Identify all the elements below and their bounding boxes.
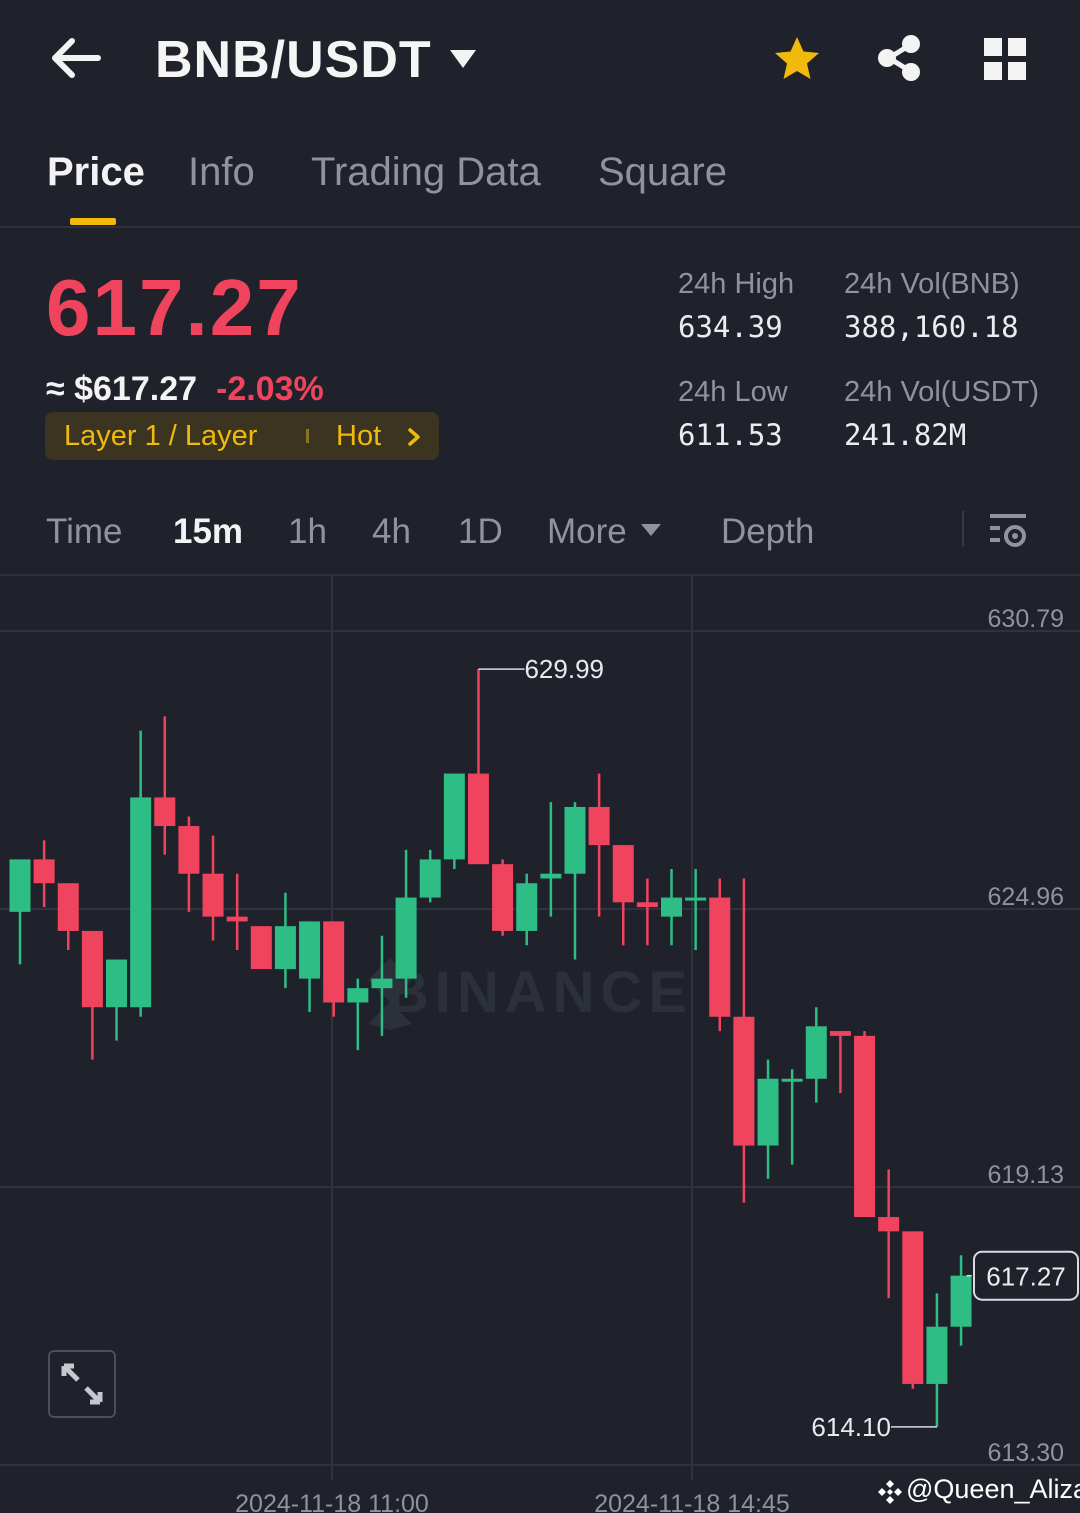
candle-body xyxy=(636,902,658,908)
fiat-price: ≈ $617.27 xyxy=(46,370,198,408)
candle-body xyxy=(299,921,321,979)
high-marker-label: 629.99 xyxy=(524,654,604,684)
star-icon[interactable] xyxy=(772,34,822,84)
candle-body xyxy=(950,1275,972,1327)
candle-body xyxy=(443,773,465,860)
candle-body xyxy=(81,930,103,1008)
candle-body xyxy=(178,826,200,874)
more-caret-icon xyxy=(641,524,661,536)
expand-icon xyxy=(61,1363,103,1405)
binance-logo-icon xyxy=(878,1480,902,1504)
x-tick-label: 2024-11-18 14:45 xyxy=(594,1490,790,1513)
watermark-handle: @Queen_Aliza xyxy=(906,1474,1080,1504)
candle-body xyxy=(516,883,538,931)
vol-quote-value: 241.82M xyxy=(844,418,967,452)
candle-body xyxy=(733,1016,755,1146)
candle-body xyxy=(757,1078,779,1146)
candle-body xyxy=(130,797,152,1008)
vol-base-label: 24h Vol(BNB) xyxy=(844,268,1020,300)
interval-1h[interactable]: 1h xyxy=(288,512,327,552)
y-tick-label: 619.13 xyxy=(988,1161,1064,1189)
candle-body xyxy=(154,797,176,827)
candle-body xyxy=(226,916,248,922)
candle-body xyxy=(781,1078,803,1082)
candle-body xyxy=(467,773,489,865)
x-tick-label: 2024-11-18 11:00 xyxy=(235,1490,429,1513)
candle-body xyxy=(57,883,79,931)
low-marker-label: 614.10 xyxy=(811,1412,891,1442)
candle-body xyxy=(878,1217,900,1232)
chart-settings-icon[interactable] xyxy=(988,510,1028,550)
y-tick-label: 613.30 xyxy=(988,1439,1064,1467)
candle-body xyxy=(274,926,296,970)
expand-chart-button[interactable] xyxy=(48,1350,116,1418)
candle-body xyxy=(371,978,393,989)
candlestick-chart[interactable]: 630.79 624.96 619.13 613.30 2024-11-18 11:00… xyxy=(0,576,1080,1513)
last-price: 617.27 xyxy=(46,263,303,352)
candle-body xyxy=(829,1031,851,1036)
candle-body xyxy=(854,1035,876,1218)
candle-body xyxy=(33,859,55,884)
interval-4h[interactable]: 4h xyxy=(372,512,411,552)
interval-divider xyxy=(962,511,964,547)
candle-body xyxy=(419,859,441,898)
vol-quote-label: 24h Vol(USDT) xyxy=(844,376,1040,408)
tab-price[interactable]: Price xyxy=(47,150,145,195)
candle-body xyxy=(612,845,634,903)
candle-body xyxy=(685,897,707,901)
candle-body xyxy=(347,988,369,1003)
candle-body xyxy=(250,926,272,970)
last-price-label: 617.27 xyxy=(986,1262,1066,1292)
low-label: 24h Low xyxy=(678,376,788,408)
candle-body xyxy=(492,864,514,931)
candle-body xyxy=(926,1326,948,1384)
candle-body xyxy=(564,806,586,874)
high-label: 24h High xyxy=(678,268,795,300)
hot-tag-label: Hot xyxy=(336,420,382,452)
candle-body xyxy=(323,921,345,1003)
grid-icon[interactable] xyxy=(984,38,1026,80)
price-change: -2.03% xyxy=(216,370,324,408)
candle-body xyxy=(661,897,683,917)
y-tick-label: 630.79 xyxy=(988,605,1064,633)
pair-title[interactable]: BNB/USDT xyxy=(155,30,432,90)
tab-info[interactable]: Info xyxy=(188,150,255,195)
interval-1d[interactable]: 1D xyxy=(458,512,503,552)
candle-body xyxy=(902,1231,924,1384)
candle-body xyxy=(106,959,128,1008)
category-tag-label: Layer 1 / Layer xyxy=(64,420,258,452)
back-arrow-icon[interactable] xyxy=(50,36,102,80)
share-icon[interactable] xyxy=(876,34,922,82)
candle-body xyxy=(202,873,224,917)
candle-body xyxy=(709,897,731,1017)
interval-more[interactable]: More xyxy=(547,512,627,552)
binance-watermark: BINANCE xyxy=(387,960,693,1025)
candle-body xyxy=(9,859,31,912)
interval-15m[interactable]: 15m xyxy=(173,512,243,552)
y-tick-label: 624.96 xyxy=(988,883,1064,911)
tab-trading-data[interactable]: Trading Data xyxy=(311,150,541,195)
low-value: 611.53 xyxy=(678,418,783,452)
tab-square[interactable]: Square xyxy=(598,150,727,195)
vol-base-value: 388,160.18 xyxy=(844,310,1019,344)
candle-body xyxy=(395,897,417,979)
tag-separator xyxy=(306,429,309,443)
candle-body xyxy=(540,873,562,879)
header-divider xyxy=(0,226,1080,228)
active-tab-indicator xyxy=(70,218,116,225)
depth-tab[interactable]: Depth xyxy=(721,512,814,552)
interval-time[interactable]: Time xyxy=(46,512,122,552)
candle-body xyxy=(805,1026,827,1079)
candle-body xyxy=(588,806,610,846)
dropdown-caret-icon[interactable] xyxy=(448,46,478,72)
high-value: 634.39 xyxy=(678,310,783,344)
chevron-right-icon xyxy=(408,428,420,446)
